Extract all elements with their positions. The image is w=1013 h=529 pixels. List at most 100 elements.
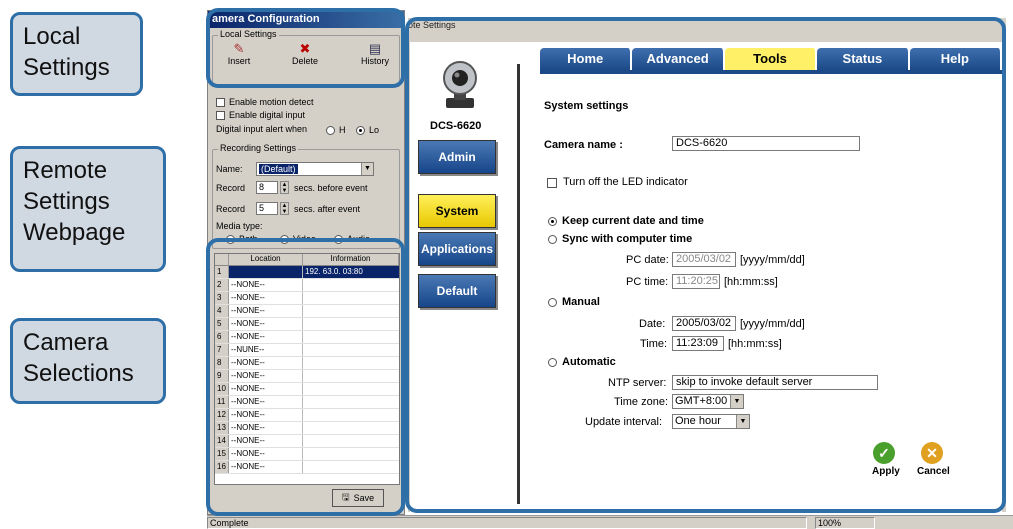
apply-check-icon[interactable]: ✓ (873, 442, 895, 464)
information-cell[interactable] (303, 331, 399, 343)
location-cell[interactable]: --NONE-- (229, 279, 303, 291)
information-cell[interactable] (303, 305, 399, 317)
media-both-radio[interactable]: Both (226, 234, 258, 244)
location-cell[interactable]: --NONE-- (229, 305, 303, 317)
save-button[interactable]: 🖫 Save (332, 489, 384, 507)
update-interval-select[interactable]: One hour ▼ (672, 414, 750, 429)
cancel-x-icon[interactable]: ✕ (921, 442, 943, 464)
table-row[interactable]: 14 --NONE-- (215, 435, 399, 448)
table-row[interactable]: 10 --NONE-- (215, 383, 399, 396)
column-header-information[interactable]: Information (303, 254, 399, 265)
automatic-radio[interactable] (548, 358, 557, 367)
location-cell[interactable]: --NONE-- (229, 448, 303, 460)
table-row[interactable]: 3 --NONE-- (215, 292, 399, 305)
time-input[interactable]: 11:23:09 (672, 336, 724, 351)
digital-input-checkbox[interactable]: Enable digital input (216, 110, 305, 120)
media-audio-radio[interactable]: Audio (334, 234, 370, 244)
delete-button[interactable]: ✖ Delete (283, 42, 327, 67)
camera-name-input[interactable]: DCS-6620 (672, 136, 860, 151)
location-cell[interactable]: --NONE-- (229, 318, 303, 330)
table-row[interactable]: 15 --NONE-- (215, 448, 399, 461)
information-cell[interactable] (303, 357, 399, 369)
zoom-level: 100% (815, 517, 875, 529)
insert-button[interactable]: ✎ Insert (217, 42, 261, 67)
callout-line: Settings (23, 54, 110, 81)
table-row[interactable]: 1 192. 63.0. 03:80 (215, 266, 399, 279)
nav-admin[interactable]: Admin (418, 140, 496, 174)
led-checkbox[interactable] (547, 178, 557, 188)
information-cell[interactable] (303, 422, 399, 434)
table-row[interactable]: 9 --NONE-- (215, 370, 399, 383)
information-cell[interactable] (303, 370, 399, 382)
information-cell[interactable] (303, 409, 399, 421)
table-row[interactable]: 2 --NONE-- (215, 279, 399, 292)
tab-status[interactable]: Status (817, 48, 910, 70)
information-cell[interactable] (303, 435, 399, 447)
location-cell[interactable]: --NONE-- (229, 435, 303, 447)
keep-time-radio[interactable] (548, 217, 557, 226)
information-cell[interactable] (303, 344, 399, 356)
table-row[interactable]: 13 --NONE-- (215, 422, 399, 435)
location-cell[interactable]: --NONE-- (229, 396, 303, 408)
row-number: 4 (215, 305, 229, 317)
row-number: 11 (215, 396, 229, 408)
location-cell[interactable]: --NONE-- (229, 357, 303, 369)
spin-arrows-icon[interactable]: ▲ ▼ (280, 181, 289, 194)
record-before-input[interactable]: 8 (256, 181, 278, 194)
corner-cell (215, 254, 229, 265)
column-header-location[interactable]: Location (229, 254, 303, 265)
record-after-input[interactable]: 5 (256, 202, 278, 215)
location-cell[interactable]: --NONE-- (229, 461, 303, 473)
ntp-server-input[interactable]: skip to invoke default server (672, 375, 878, 390)
location-cell[interactable]: --NONE-- (229, 292, 303, 304)
location-cell[interactable]: --NUNE-- (229, 344, 303, 356)
location-cell[interactable]: --NONE-- (229, 370, 303, 382)
information-cell[interactable] (303, 383, 399, 395)
tab-help[interactable]: Help (909, 48, 1003, 70)
alert-high-radio[interactable]: H (326, 125, 346, 135)
tab-advanced[interactable]: Advanced (632, 48, 725, 70)
location-cell[interactable]: --NONE-- (229, 383, 303, 395)
media-video-radio[interactable]: Video (280, 234, 316, 244)
sync-time-radio[interactable] (548, 235, 557, 244)
information-cell[interactable] (303, 396, 399, 408)
apply-label[interactable]: Apply (872, 466, 900, 477)
time-zone-value: GMT+8:00 (675, 395, 728, 407)
table-row[interactable]: 12 --NONE-- (215, 409, 399, 422)
information-cell[interactable] (303, 461, 399, 473)
alert-low-radio[interactable]: Lo (356, 125, 379, 135)
table-row[interactable]: 11 --NONE-- (215, 396, 399, 409)
manual-radio[interactable] (548, 298, 557, 307)
nav-applications[interactable]: Applications (418, 232, 496, 266)
callout-line: Settings (23, 188, 110, 215)
table-row[interactable]: 8 --NONE-- (215, 357, 399, 370)
table-row[interactable]: 5 --NONE-- (215, 318, 399, 331)
nav-default[interactable]: Default (418, 274, 496, 308)
grid-header: Location Information (215, 254, 399, 266)
tab-home[interactable]: Home (540, 48, 633, 70)
location-cell[interactable] (229, 266, 303, 278)
date-input[interactable]: 2005/03/02 (672, 316, 736, 331)
information-cell[interactable] (303, 318, 399, 330)
history-button[interactable]: ▤ History (353, 42, 397, 67)
nav-system[interactable]: System (418, 194, 496, 228)
location-cell[interactable]: --NONE-- (229, 331, 303, 343)
tab-tools[interactable]: Tools (724, 48, 818, 70)
table-row[interactable]: 16 --NONE-- (215, 461, 399, 474)
information-cell[interactable]: 192. 63.0. 03:80 (303, 266, 399, 278)
information-cell[interactable] (303, 292, 399, 304)
pc-time-input[interactable]: 11:20:25 (672, 274, 720, 289)
time-zone-select[interactable]: GMT+8:00 ▼ (672, 394, 744, 409)
motion-detect-checkbox[interactable]: Enable motion detect (216, 97, 314, 107)
table-row[interactable]: 4 --NONE-- (215, 305, 399, 318)
name-select[interactable]: (Default) ▼ (256, 162, 374, 176)
table-row[interactable]: 7 --NUNE-- (215, 344, 399, 357)
location-cell[interactable]: --NONE-- (229, 422, 303, 434)
information-cell[interactable] (303, 279, 399, 291)
location-cell[interactable]: --NONE-- (229, 409, 303, 421)
information-cell[interactable] (303, 448, 399, 460)
cancel-label[interactable]: Cancel (917, 466, 950, 477)
table-row[interactable]: 6 --NONE-- (215, 331, 399, 344)
pc-date-input[interactable]: 2005/03/02 (672, 252, 736, 267)
spin-arrows-icon[interactable]: ▲ ▼ (280, 202, 289, 215)
